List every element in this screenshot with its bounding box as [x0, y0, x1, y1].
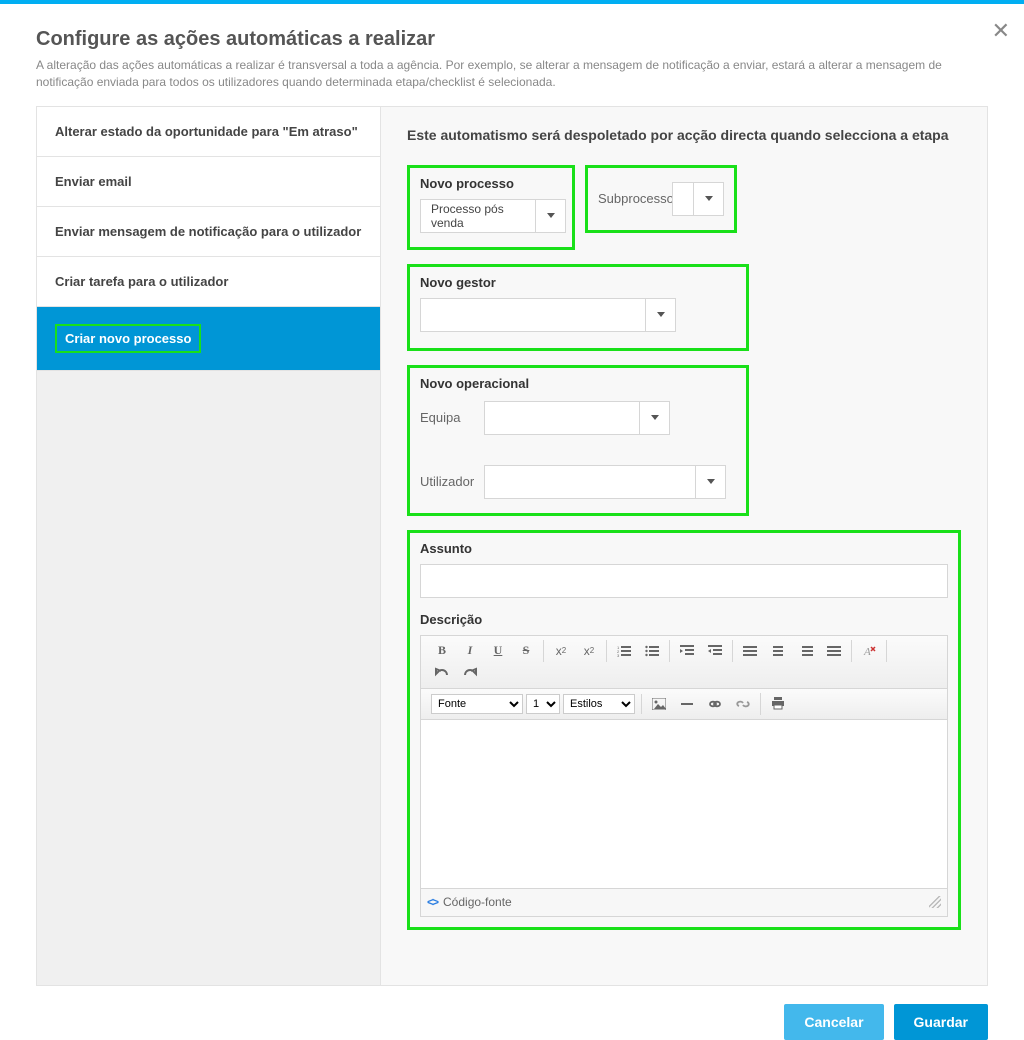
subprocesso-value: [673, 183, 693, 215]
tab-alterar-estado[interactable]: Alterar estado da oportunidade para "Em …: [37, 107, 380, 157]
utilizador-value: [485, 466, 695, 498]
novo-processo-label: Novo processo: [420, 176, 562, 191]
tab-label: Enviar email: [55, 174, 132, 189]
subscript-button[interactable]: x2: [550, 640, 572, 662]
chevron-down-icon[interactable]: [535, 200, 565, 232]
rich-text-editor: B I U S x2 x2 123: [420, 635, 948, 917]
tab-criar-processo[interactable]: Criar novo processo: [37, 307, 380, 371]
novo-gestor-value: [421, 299, 645, 331]
chevron-down-icon[interactable]: [645, 299, 675, 331]
section-novo-operacional: Novo operacional Equipa Utilizador: [407, 365, 749, 516]
modal-footer: Cancelar Guardar: [0, 986, 1024, 1040]
section-novo-gestor: Novo gestor: [407, 264, 749, 351]
align-center-button[interactable]: [767, 640, 789, 662]
novo-operacional-label: Novo operacional: [420, 376, 736, 391]
align-justify-button[interactable]: [823, 640, 845, 662]
equipa-label: Equipa: [420, 410, 476, 425]
italic-button[interactable]: I: [459, 640, 481, 662]
trigger-description: Este automatismo será despoletado por ac…: [407, 127, 961, 143]
editor-toolbar-1: B I U S x2 x2 123: [421, 636, 947, 689]
section-novo-processo: Novo processo Processo pós venda: [407, 165, 575, 250]
font-select[interactable]: Fonte: [431, 694, 523, 714]
unlink-button[interactable]: [732, 693, 754, 715]
source-code-label: Código-fonte: [443, 895, 512, 909]
hr-button[interactable]: [676, 693, 698, 715]
section-assunto-descricao: Assunto Descrição B I U S x2 x2: [407, 530, 961, 930]
chevron-down-icon[interactable]: [695, 466, 725, 498]
equipa-value: [485, 402, 639, 434]
assunto-label: Assunto: [420, 541, 948, 556]
tab-content: Este automatismo será despoletado por ac…: [381, 107, 987, 985]
novo-processo-select[interactable]: Processo pós venda: [420, 199, 566, 233]
novo-processo-value: Processo pós venda: [421, 200, 535, 232]
modal-header: Configure as ações automáticas a realiza…: [0, 4, 1024, 106]
svg-text:3: 3: [617, 653, 620, 657]
align-right-button[interactable]: [795, 640, 817, 662]
bullet-list-button[interactable]: [641, 640, 663, 662]
equipa-select[interactable]: [484, 401, 670, 435]
modal-subtitle: A alteração das ações automáticas a real…: [36, 57, 988, 92]
link-button[interactable]: [704, 693, 726, 715]
tab-label: Alterar estado da oportunidade para "Em …: [55, 124, 358, 139]
bold-button[interactable]: B: [431, 640, 453, 662]
image-button[interactable]: [648, 693, 670, 715]
editor-textarea[interactable]: [421, 720, 947, 888]
utilizador-select[interactable]: [484, 465, 726, 499]
save-button[interactable]: Guardar: [894, 1004, 988, 1040]
source-code-button[interactable]: <> Código-fonte: [427, 895, 512, 909]
editor-toolbar-2: Fonte 1 Estilos: [421, 689, 947, 720]
tab-enviar-notificacao[interactable]: Enviar mensagem de notificação para o ut…: [37, 207, 380, 257]
chevron-down-icon[interactable]: [693, 183, 723, 215]
resize-handle[interactable]: [929, 896, 941, 908]
assunto-input[interactable]: [420, 564, 948, 598]
subprocesso-select[interactable]: [672, 182, 724, 216]
tab-label: Enviar mensagem de notificação para o ut…: [55, 224, 361, 239]
underline-button[interactable]: U: [487, 640, 509, 662]
modal-container: ✕ Configure as ações automáticas a reali…: [0, 4, 1024, 1040]
modal-title: Configure as ações automáticas a realiza…: [36, 28, 988, 51]
print-button[interactable]: [767, 693, 789, 715]
close-icon[interactable]: ✕: [992, 20, 1010, 42]
code-icon: <>: [427, 895, 437, 909]
superscript-button[interactable]: x2: [578, 640, 600, 662]
novo-gestor-select[interactable]: [420, 298, 676, 332]
redo-button[interactable]: [459, 662, 481, 684]
outdent-button[interactable]: [676, 640, 698, 662]
indent-button[interactable]: [704, 640, 726, 662]
novo-gestor-label: Novo gestor: [420, 275, 736, 290]
modal-body: Alterar estado da oportunidade para "Em …: [36, 106, 988, 986]
tab-enviar-email[interactable]: Enviar email: [37, 157, 380, 207]
section-subprocesso: Subprocesso:: [585, 165, 737, 233]
tab-criar-tarefa[interactable]: Criar tarefa para o utilizador: [37, 257, 380, 307]
tabs-sidebar: Alterar estado da oportunidade para "Em …: [37, 107, 381, 985]
strike-button[interactable]: S: [515, 640, 537, 662]
tab-label: Criar novo processo: [55, 324, 201, 353]
svg-text:A: A: [863, 646, 871, 658]
styles-select[interactable]: Estilos: [563, 694, 635, 714]
editor-footer: <> Código-fonte: [421, 888, 947, 916]
subprocesso-label: Subprocesso:: [598, 191, 666, 206]
remove-format-button[interactable]: A: [858, 640, 880, 662]
utilizador-label: Utilizador: [420, 474, 476, 489]
descricao-label: Descrição: [420, 612, 948, 627]
tab-label: Criar tarefa para o utilizador: [55, 274, 228, 289]
size-select[interactable]: 1: [526, 694, 560, 714]
numbered-list-button[interactable]: 123: [613, 640, 635, 662]
chevron-down-icon[interactable]: [639, 402, 669, 434]
align-left-button[interactable]: [739, 640, 761, 662]
undo-button[interactable]: [431, 662, 453, 684]
cancel-button[interactable]: Cancelar: [784, 1004, 883, 1040]
